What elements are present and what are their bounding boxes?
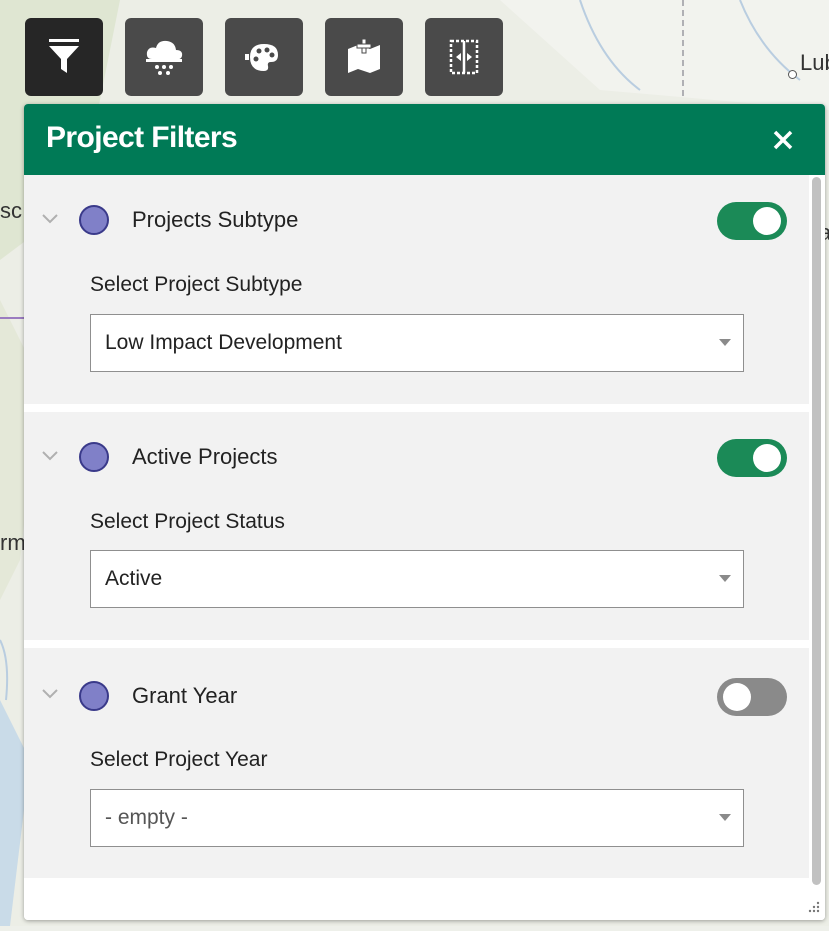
project-status-select[interactable]: Active	[90, 550, 744, 608]
toggle-knob	[753, 444, 781, 472]
rainfall-tool-button[interactable]	[125, 18, 203, 96]
layer-color-icon	[79, 442, 109, 472]
swipe-tool-button[interactable]	[425, 18, 503, 96]
filter-tool-button[interactable]	[25, 18, 103, 96]
resize-grip-icon[interactable]	[805, 900, 821, 916]
section-toggle[interactable]	[717, 678, 787, 716]
select-value: Low Impact Development	[105, 331, 342, 354]
panel-body: Projects Subtype Select Project Subtype …	[24, 175, 825, 920]
section-title: Grant Year	[132, 683, 238, 708]
field-label: Select Project Status	[90, 510, 285, 533]
map-place-label: rm	[0, 530, 26, 555]
chevron-down-icon[interactable]	[40, 446, 60, 466]
caret-down-icon	[719, 814, 731, 821]
close-button[interactable]	[767, 122, 799, 154]
filter-icon	[49, 39, 79, 73]
field-label: Select Project Year	[90, 748, 268, 771]
chevron-down-icon[interactable]	[40, 684, 60, 704]
map-place-label: sc	[0, 198, 22, 223]
toggle-knob	[723, 683, 751, 711]
select-value: - empty -	[105, 806, 188, 829]
toggle-knob	[753, 207, 781, 235]
caret-down-icon	[719, 575, 731, 582]
field-label: Select Project Subtype	[90, 273, 303, 296]
rain-cloud-icon	[146, 40, 183, 75]
scrollbar[interactable]	[809, 175, 825, 920]
basemap-style-tool-button[interactable]	[225, 18, 303, 96]
project-subtype-select[interactable]: Low Impact Development	[90, 314, 744, 372]
caret-down-icon	[719, 339, 731, 346]
layer-color-icon	[79, 681, 109, 711]
panel-title: Project Filters	[46, 121, 238, 154]
add-data-tool-button[interactable]	[325, 18, 403, 96]
section-title: Projects Subtype	[132, 207, 299, 232]
section-toggle[interactable]	[717, 202, 787, 240]
project-filters-panel: Project Filters Projects Subtype Select …	[24, 104, 825, 920]
map-palette-icon	[245, 44, 278, 71]
chevron-down-icon[interactable]	[40, 209, 60, 229]
filter-section-active-projects: Active Projects Select Project Status Ac…	[24, 412, 809, 640]
city-marker-icon	[788, 70, 797, 79]
filter-section-grant-year: Grant Year Select Project Year - empty -	[24, 648, 809, 878]
map-place-label: Lub	[800, 50, 829, 75]
section-title: Active Projects	[132, 444, 278, 469]
panel-header: Project Filters	[24, 104, 825, 175]
close-icon	[773, 130, 793, 150]
add-data-icon	[348, 38, 380, 73]
section-toggle[interactable]	[717, 439, 787, 477]
filter-section-projects-subtype: Projects Subtype Select Project Subtype …	[24, 175, 809, 404]
project-year-select[interactable]: - empty -	[90, 789, 744, 847]
swipe-compare-icon	[449, 39, 479, 75]
layer-color-icon	[79, 205, 109, 235]
scrollbar-thumb[interactable]	[812, 177, 821, 885]
select-value: Active	[105, 567, 163, 590]
